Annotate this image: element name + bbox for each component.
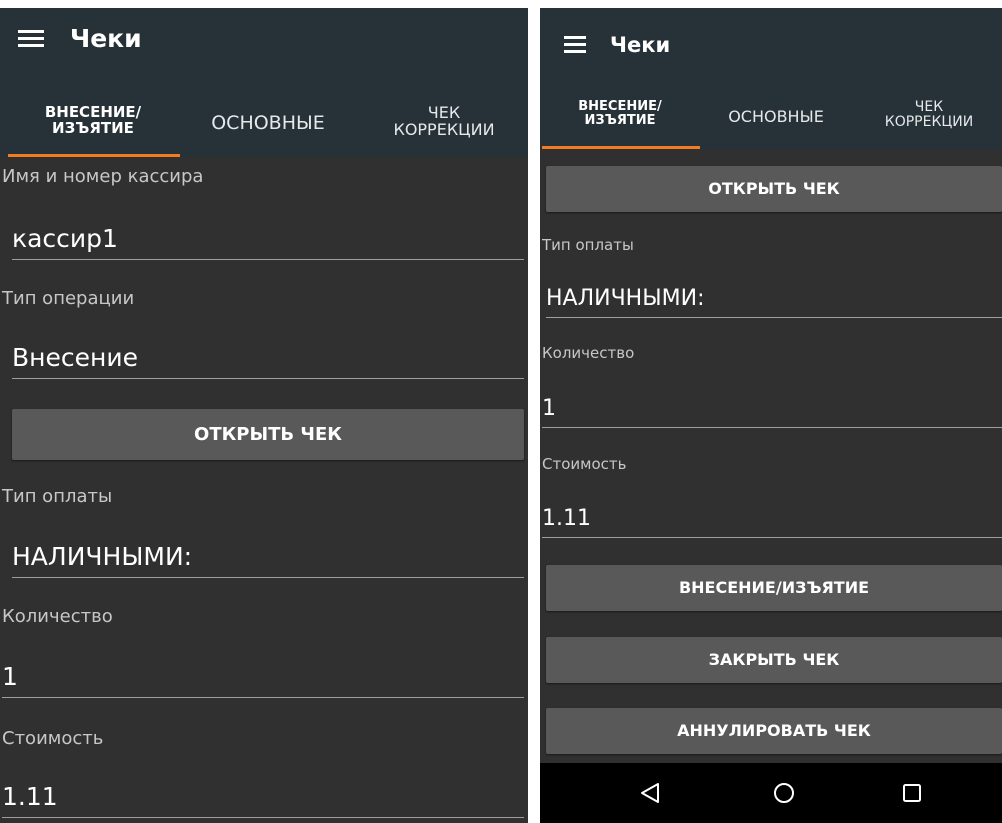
cost-value: 1.11 — [2, 782, 58, 811]
tab-label: ОСНОВНЫЕ — [728, 107, 824, 126]
cashier-label: Имя и номер кассира — [2, 166, 204, 187]
cost-label: Стоимость — [542, 455, 627, 473]
app-title: Чеки — [70, 24, 142, 53]
menu-icon[interactable] — [18, 30, 44, 49]
close-receipt-button[interactable]: ЗАКРЫТЬ ЧЕК — [546, 637, 1002, 683]
deposit-withdraw-button[interactable]: ВНЕСЕНИЕ/ИЗЪЯТИЕ — [546, 565, 1002, 611]
tab-label-line2: КОРРЕКЦИИ — [393, 119, 495, 139]
tab-correction-receipt[interactable]: ЧЕК КОРРЕКЦИИ — [858, 100, 1000, 129]
tab-label-line2: ИЗЪЯТИЕ — [52, 118, 134, 137]
operation-type-label: Тип операции — [2, 288, 135, 309]
cost-field[interactable]: 1.11 — [2, 762, 524, 818]
payment-type-value: НАЛИЧНЫМИ: — [12, 542, 193, 571]
tab-label-line2: КОРРЕКЦИИ — [884, 113, 974, 130]
quantity-field[interactable]: 1 — [542, 380, 1002, 428]
cost-field[interactable]: 1.11 — [542, 489, 1002, 538]
back-triangle-icon[interactable] — [638, 781, 662, 805]
cancel-receipt-button[interactable]: АННУЛИРОВАТЬ ЧЕК — [546, 708, 1002, 754]
tab-main[interactable]: ОСНОВНЫЕ — [188, 112, 348, 134]
app-title: Чеки — [610, 33, 671, 57]
right-phone-screen: Чеки ВНЕСЕНИЕ/ ИЗЪЯТИЕ ОСНОВНЫЕ ЧЕК КОРР… — [540, 8, 1002, 823]
tab-label-line1: ЧЕК — [914, 99, 944, 115]
quantity-field[interactable]: 1 — [2, 642, 524, 698]
cashier-field[interactable]: кассир1 — [12, 204, 524, 260]
app-bar: Чеки ВНЕСЕНИЕ/ ИЗЪЯТИЕ ОСНОВНЫЕ ЧЕК КОРР… — [540, 8, 1002, 150]
payment-type-label: Тип оплаты — [542, 236, 634, 254]
quantity-value: 1 — [542, 396, 556, 421]
tab-deposit-withdraw[interactable]: ВНЕСЕНИЕ/ ИЗЪЯТИЕ — [8, 104, 178, 137]
tab-label-line2: ИЗЪЯТИЕ — [584, 112, 656, 128]
cost-value: 1.11 — [542, 506, 591, 531]
operation-type-field[interactable]: Внесение — [12, 326, 524, 379]
tab-label-line1: ВНЕСЕНИЕ/ — [578, 99, 662, 114]
open-receipt-button[interactable]: ОТКРЫТЬ ЧЕК — [546, 166, 1002, 212]
cost-label: Стоимость — [2, 728, 104, 749]
home-circle-icon[interactable] — [772, 781, 796, 805]
android-nav-bar — [540, 763, 1002, 823]
active-tab-indicator — [542, 146, 700, 149]
active-tab-indicator — [8, 154, 180, 157]
quantity-label: Количество — [2, 606, 113, 627]
left-phone-screen: Чеки ВНЕСЕНИЕ/ ИЗЪЯТИЕ ОСНОВНЫЕ ЧЕК КОРР… — [0, 8, 528, 823]
open-receipt-button[interactable]: ОТКРЫТЬ ЧЕК — [12, 409, 524, 460]
app-bar: Чеки ВНЕСЕНИЕ/ ИЗЪЯТИЕ ОСНОВНЫЕ ЧЕК КОРР… — [0, 8, 528, 157]
payment-type-field[interactable]: НАЛИЧНЫМИ: — [546, 270, 1002, 318]
quantity-value: 1 — [2, 662, 18, 691]
tab-main[interactable]: ОСНОВНЫЕ — [706, 107, 846, 126]
tab-label: ОСНОВНЫЕ — [211, 112, 325, 134]
tab-correction-receipt[interactable]: ЧЕК КОРРЕКЦИИ — [366, 104, 522, 139]
quantity-label: Количество — [542, 344, 635, 362]
recents-square-icon[interactable] — [900, 781, 924, 805]
payment-type-label: Тип оплаты — [2, 486, 113, 507]
operation-type-value: Внесение — [12, 343, 138, 372]
payment-type-value: НАЛИЧНЫМИ: — [546, 286, 705, 311]
menu-icon[interactable] — [564, 36, 586, 53]
payment-type-field[interactable]: НАЛИЧНЫМИ: — [12, 522, 524, 578]
tab-deposit-withdraw[interactable]: ВНЕСЕНИЕ/ ИЗЪЯТИЕ — [542, 100, 698, 127]
cashier-value: кассир1 — [12, 224, 118, 253]
